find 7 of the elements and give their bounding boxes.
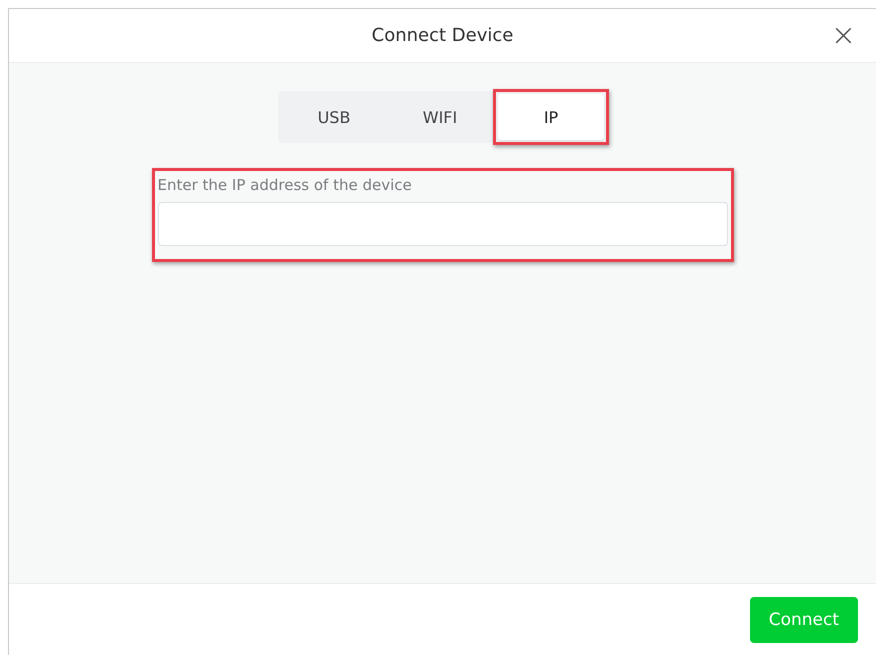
tab[interactable]: IP	[498, 94, 604, 140]
ip-address-field[interactable]	[158, 202, 728, 246]
tab[interactable]: USB	[281, 94, 387, 140]
close-button[interactable]: ×	[828, 21, 858, 51]
tab[interactable]: WIFI	[387, 94, 493, 140]
dialog-title: Connect Device	[372, 25, 514, 46]
field-label: Enter the IP address of the device	[158, 176, 413, 194]
